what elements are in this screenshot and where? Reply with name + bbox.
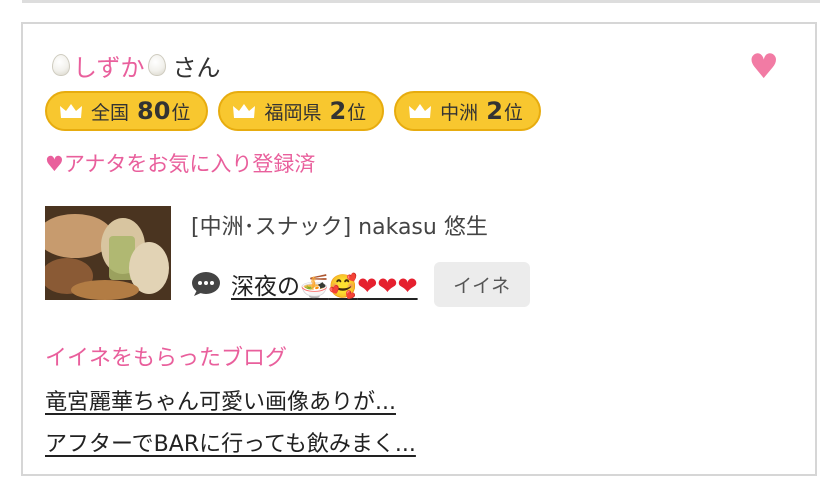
crown-icon [409, 104, 432, 118]
speech-bubble-icon [192, 272, 220, 296]
post-comment-row: 深夜の🍜🥰❤❤❤ イイネ [191, 261, 530, 307]
favorite-heart-icon[interactable]: ♥ [749, 50, 779, 84]
egg-icon [52, 54, 70, 76]
rank-area: 中洲 [440, 101, 479, 124]
cast-name[interactable]: しずか [73, 48, 145, 83]
rank-number: 2 [329, 97, 347, 125]
rank-suffix: 位 [347, 101, 367, 124]
cast-name-row[interactable]: しずか さん [49, 48, 221, 82]
crown-icon [60, 104, 82, 118]
top-divider [22, 0, 820, 3]
rank-badge-national: 全国 80 位 [45, 91, 209, 131]
cast-honorific: さん [172, 53, 221, 82]
rank-suffix: 位 [171, 101, 191, 124]
liked-blog-link[interactable]: アフターでBARに行っても飲みまく... [45, 426, 416, 458]
drinks-photo [45, 206, 171, 300]
egg-icon [147, 54, 166, 76]
cast-card: しずか さん ♥ 全国 80 位 福岡県 2 位 中洲 2 位 ♥アナタをお気に… [21, 22, 817, 476]
noodle-emoji-icon: 🍜 [300, 274, 329, 300]
rank-badge-prefecture: 福岡県 2 位 [218, 91, 385, 131]
like-button[interactable]: イイネ [433, 261, 530, 307]
post-thumbnail[interactable] [45, 206, 171, 300]
rank-number: 80 [137, 97, 171, 125]
red-heart-emoji-icon: ❤❤❤ [357, 272, 418, 300]
liked-blog-link[interactable]: 竜宮麗華ちゃん可愛い画像ありが... [45, 384, 396, 416]
rank-area: 福岡県 [264, 101, 322, 124]
post-shop-and-cast[interactable]: [中洲･スナック] nakasu 悠生 [191, 209, 488, 241]
ranking-badges: 全国 80 位 福岡県 2 位 中洲 2 位 [45, 91, 541, 131]
rank-suffix: 位 [503, 101, 523, 124]
rank-badge-area: 中洲 2 位 [394, 91, 541, 131]
rank-number: 2 [486, 97, 503, 125]
favorite-status: ♥アナタをお気に入り登録済 [45, 152, 316, 176]
liked-blog-heading: イイネをもらったブログ [45, 346, 288, 371]
post-comment-link[interactable]: 深夜の🍜🥰❤❤❤ [231, 267, 418, 301]
smiling-hearts-emoji-icon: 🥰 [328, 274, 358, 300]
rank-area: 全国 [91, 101, 130, 124]
crown-icon [233, 104, 256, 118]
post-comment-text: 深夜の [231, 274, 300, 300]
